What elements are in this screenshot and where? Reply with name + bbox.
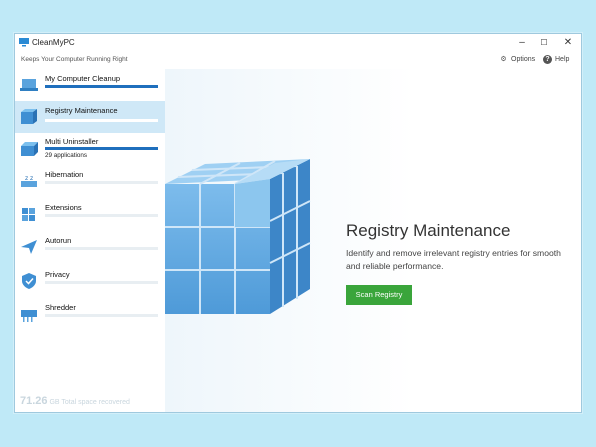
shield-icon: [22, 273, 36, 289]
shredder-progress-bar: [45, 314, 158, 317]
sidebar-item-shredder[interactable]: Shredder: [15, 298, 165, 330]
autorun-progress-bar: [45, 247, 158, 250]
gear-icon: ⚙: [500, 56, 507, 63]
puzzle-icon: [22, 208, 35, 221]
extensions-progress-bar: [45, 214, 158, 217]
app-tagline: Keeps Your Computer Running Right: [21, 56, 128, 63]
close-button[interactable]: ✕: [561, 36, 575, 50]
sidebar-item-autorun[interactable]: Autorun: [15, 231, 165, 263]
registry-cube-icon: [21, 109, 37, 124]
shredder-icon: [21, 310, 37, 322]
sidebar-item-hibernation[interactable]: z z Hibernation: [15, 165, 165, 197]
laptop-icon: [20, 79, 38, 91]
privacy-progress-bar: [45, 281, 158, 284]
options-button[interactable]: ⚙ Options: [499, 55, 535, 64]
page-title: Registry Maintenance: [346, 221, 511, 240]
help-icon: ?: [543, 55, 552, 64]
sidebar-item-label: My Computer Cleanup: [45, 74, 121, 83]
sidebar: My Computer Cleanup Registry Maintenance…: [15, 69, 165, 412]
sidebar-item-label: Privacy: [45, 270, 70, 279]
sidebar-item-extensions[interactable]: Extensions: [15, 198, 165, 230]
help-label: Help: [555, 56, 570, 63]
options-label: Options: [511, 56, 536, 63]
cleanup-progress-bar: [45, 85, 158, 88]
scan-registry-button[interactable]: Scan Registry: [346, 285, 412, 305]
registry-cube-illustration: [165, 159, 311, 314]
sidebar-item-label: Shredder: [45, 303, 76, 312]
title-bar: CleanMyPC – ☐ ✕: [15, 34, 581, 52]
maximize-button[interactable]: ☐: [537, 36, 551, 50]
registry-progress-bar: [45, 119, 158, 122]
sidebar-item-multi-uninstaller[interactable]: Multi Uninstaller 29 applications: [15, 133, 165, 165]
uninstaller-progress-bar: [45, 147, 158, 150]
app-logo-icon: [19, 38, 29, 47]
sidebar-item-label: Autorun: [45, 236, 72, 245]
box-icon: [21, 142, 38, 156]
app-title: CleanMyPC: [32, 38, 75, 47]
help-button[interactable]: ? Help: [543, 55, 569, 64]
space-recovered-label: GB Total space recovered: [49, 399, 130, 406]
main-panel: Registry Maintenance Identify and remove…: [165, 69, 581, 412]
sidebar-item-label: Multi Uninstaller: [45, 137, 99, 146]
sidebar-item-label: Extensions: [45, 203, 82, 212]
hibernation-progress-bar: [45, 181, 158, 184]
sidebar-item-registry-maintenance[interactable]: Registry Maintenance: [15, 101, 165, 133]
minimize-button[interactable]: –: [515, 36, 529, 50]
sidebar-item-sublabel: 29 applications: [45, 152, 88, 159]
page-description: Identify and remove irrelevant registry …: [346, 248, 561, 271]
hibernation-icon: z z: [21, 175, 37, 187]
svg-text:z z: z z: [25, 175, 33, 182]
sidebar-item-privacy[interactable]: Privacy: [15, 265, 165, 297]
space-recovered-value: 71.26: [20, 395, 48, 407]
autorun-arrow-icon: [21, 240, 37, 254]
app-window: CleanMyPC – ☐ ✕ Keeps Your Computer Runn…: [14, 33, 582, 413]
space-recovered-stat: 71.26 GB Total space recovered: [20, 395, 130, 407]
sidebar-item-my-computer-cleanup[interactable]: My Computer Cleanup: [15, 69, 165, 101]
sidebar-item-label: Hibernation: [45, 170, 84, 179]
sidebar-item-label: Registry Maintenance: [45, 106, 118, 115]
